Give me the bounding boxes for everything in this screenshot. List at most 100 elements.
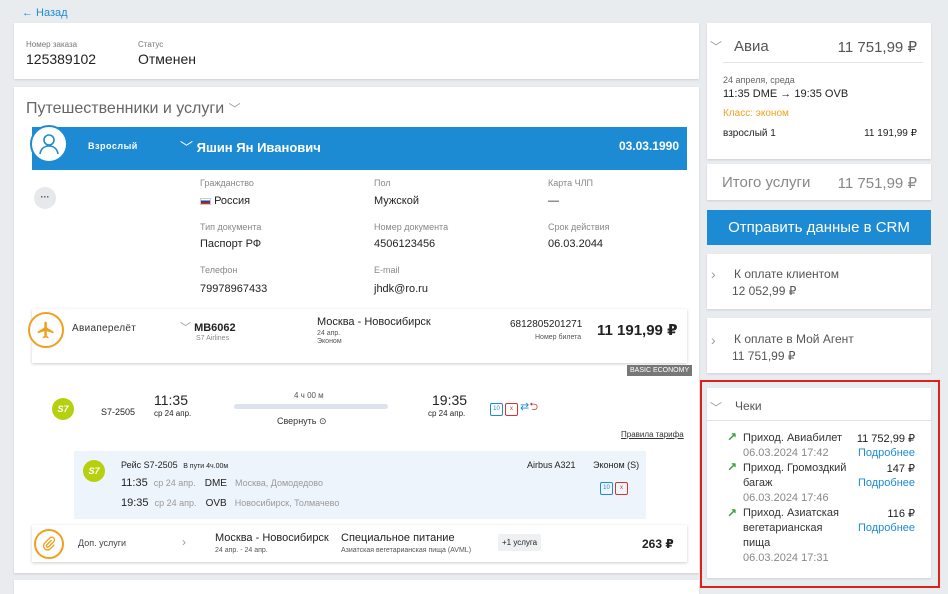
cabin: Эконом (S) bbox=[593, 460, 640, 470]
client-amount: 12 052,99 ₽ bbox=[732, 284, 797, 298]
agent-payment-card[interactable]: › К оплате в Мой Агент 11 751,99 ₽ bbox=[707, 318, 931, 373]
phone-label: Телефон bbox=[200, 265, 238, 275]
passenger-type: Взрослый bbox=[88, 141, 138, 151]
travellers-title[interactable]: Путешественники и услуги ﹀ bbox=[26, 100, 241, 118]
loyalty-label: Карта ЧЛП bbox=[548, 178, 593, 188]
extras-count-badge[interactable]: +1 услуга bbox=[498, 534, 542, 551]
client-payment-card[interactable]: › К оплате клиентом 12 052,99 ₽ bbox=[707, 254, 931, 309]
services-total-card: Итого услуги 11 751,99 ₽ bbox=[707, 164, 931, 200]
s7-logo-icon: S7 bbox=[52, 398, 74, 420]
avia-label: Авиа bbox=[734, 38, 769, 55]
chevron-down-icon: ﹀ bbox=[228, 102, 241, 116]
extras-type-label: Доп. услуги bbox=[78, 538, 127, 548]
exchange-icon: ⇄ bbox=[520, 401, 530, 413]
order-number: 125389102 bbox=[26, 51, 97, 67]
passenger-birthdate: 03.03.1990 bbox=[618, 139, 679, 153]
doc-number-label: Номер документа bbox=[374, 222, 449, 232]
doc-type-label: Тип документа bbox=[200, 222, 262, 232]
no-baggage-icon: x bbox=[505, 403, 518, 416]
flight-date: 24 апр. bbox=[317, 330, 341, 337]
chevron-right-icon: › bbox=[711, 332, 716, 348]
hand-luggage-icon: 10 bbox=[600, 482, 613, 495]
summary-times: 11:35 DME → 19:35 OVB bbox=[723, 88, 849, 100]
bottom-card bbox=[14, 580, 699, 594]
gender-value: Мужской bbox=[374, 195, 419, 207]
segment-flight-no: S7-2505 bbox=[101, 407, 136, 417]
fare-rules-link[interactable]: Правила тарифа bbox=[621, 430, 684, 439]
detail-service-icons: 10 x bbox=[600, 476, 630, 495]
russia-flag-icon bbox=[200, 197, 211, 205]
order-card: Номер заказа 125389102 Статус Отменен bbox=[14, 23, 699, 79]
doc-number-value: 4506123456 bbox=[374, 238, 436, 250]
extras-route: Москва - Новосибирск bbox=[215, 532, 329, 544]
summary-date: 24 апреля, среда bbox=[723, 75, 795, 85]
email-label: E-mail bbox=[374, 265, 400, 275]
summary-class: Класс: эконом bbox=[723, 108, 789, 119]
services-label: Итого услуги bbox=[722, 174, 811, 191]
aircraft: Airbus A321 bbox=[527, 460, 576, 470]
flight-route: Москва - Новосибирск bbox=[317, 316, 431, 328]
segment-service-icons: 10 x ⇄⮌ bbox=[490, 397, 538, 417]
chevron-down-icon: ﹀ bbox=[710, 40, 723, 54]
checks-highlight bbox=[700, 380, 940, 588]
flight-type-label: Авиаперелёт bbox=[72, 323, 137, 334]
segment-dep-date: ср 24 апр. bbox=[154, 409, 192, 418]
avia-summary-card[interactable]: ﹀ Авиа 11 751,99 ₽ 24 апреля, среда 11:3… bbox=[707, 23, 931, 159]
services-total: 11 751,99 ₽ bbox=[837, 175, 917, 192]
order-number-label: Номер заказа bbox=[26, 40, 78, 49]
more-button[interactable]: ··· bbox=[34, 187, 56, 209]
hand-luggage-icon: 10 bbox=[490, 403, 503, 416]
collapse-button[interactable]: Свернуть ⊙ bbox=[277, 416, 327, 427]
detail-arr-row: 19:35 ср 24 апр. OVB Новосибирск, Толмач… bbox=[121, 497, 340, 509]
status-label: Статус bbox=[138, 40, 164, 49]
duration-bar bbox=[234, 404, 388, 409]
extras-service: Специальное питание bbox=[341, 532, 455, 544]
segment-dep-time: 11:35 bbox=[154, 392, 188, 408]
chevron-down-icon: ﹀ bbox=[180, 322, 191, 334]
chevron-right-icon: › bbox=[182, 535, 186, 549]
chevron-right-icon: › bbox=[711, 266, 716, 282]
segment-duration: 4 ч 00 м bbox=[294, 391, 324, 400]
passenger-header[interactable]: Взрослый ﹀ Яшин Ян Иванович 03.03.1990 bbox=[32, 127, 687, 170]
extras-service-detail: Азиатская вегетарианская пища (AVML) bbox=[341, 547, 472, 554]
avia-total: 11 751,99 ₽ bbox=[837, 39, 917, 56]
chevron-down-icon: ﹀ bbox=[180, 140, 194, 155]
no-baggage-icon: x bbox=[615, 482, 628, 495]
loyalty-value: — bbox=[548, 195, 559, 207]
extras-dates: 24 апр. - 24 апр. bbox=[215, 547, 268, 554]
email-value: jhdk@ro.ru bbox=[374, 283, 428, 295]
expiry-value: 06.03.2044 bbox=[548, 238, 604, 250]
fare-badge: BASIC ECONOMY bbox=[627, 365, 693, 376]
agent-amount: 11 751,99 ₽ bbox=[732, 349, 796, 363]
extra-services-row[interactable]: Доп. услуги › Москва - Новосибирск 24 ап… bbox=[32, 525, 687, 562]
ticket-number: 6812805201271 bbox=[510, 319, 583, 330]
status-value: Отменен bbox=[138, 51, 196, 67]
user-avatar-icon bbox=[30, 125, 68, 163]
paperclip-icon bbox=[34, 529, 64, 559]
send-crm-button[interactable]: Отправить данные в CRM bbox=[707, 210, 931, 245]
segment-detail-flight: Рейс S7-2505 В пути 4ч.00м bbox=[121, 460, 229, 470]
flight-header[interactable]: Авиаперелёт ﹀ MB6062 S7 Airlines Москва … bbox=[32, 309, 687, 363]
gender-label: Пол bbox=[374, 178, 391, 188]
phone-value: 79978967433 bbox=[200, 283, 268, 295]
back-link[interactable]: ← Назад bbox=[22, 7, 68, 19]
segment-detail: S7 Рейс S7-2505 В пути 4ч.00м Airbus A32… bbox=[74, 451, 646, 519]
passenger-name: ﹀ Яшин Ян Иванович bbox=[180, 140, 321, 155]
airplane-icon bbox=[28, 312, 64, 348]
adult-label: взрослый 1 bbox=[723, 128, 776, 139]
divider bbox=[723, 62, 923, 63]
travellers-card: Путешественники и услуги ﹀ Взрослый ﹀ Яш… bbox=[14, 87, 699, 573]
agent-label: К оплате в Мой Агент bbox=[734, 332, 854, 346]
flight-airline: S7 Airlines bbox=[196, 335, 230, 342]
refund-icon: ⮌ bbox=[529, 401, 539, 413]
s7-logo-icon: S7 bbox=[83, 460, 105, 482]
segment-arr-time: 19:35 bbox=[432, 392, 468, 408]
flight-class: Эконом bbox=[317, 338, 342, 345]
extras-price: 263 ₽ bbox=[642, 537, 674, 551]
client-label: К оплате клиентом bbox=[734, 267, 839, 281]
detail-dep-row: 11:35 ср 24 апр. DME Москва, Домодедово bbox=[121, 477, 323, 489]
adult-price: 11 191,99 ₽ bbox=[864, 128, 917, 139]
segment-arr-date: ср 24 апр. bbox=[428, 409, 466, 418]
flight-code: ﹀ MB6062 bbox=[180, 322, 236, 334]
citizenship-value: Россия bbox=[200, 195, 250, 207]
